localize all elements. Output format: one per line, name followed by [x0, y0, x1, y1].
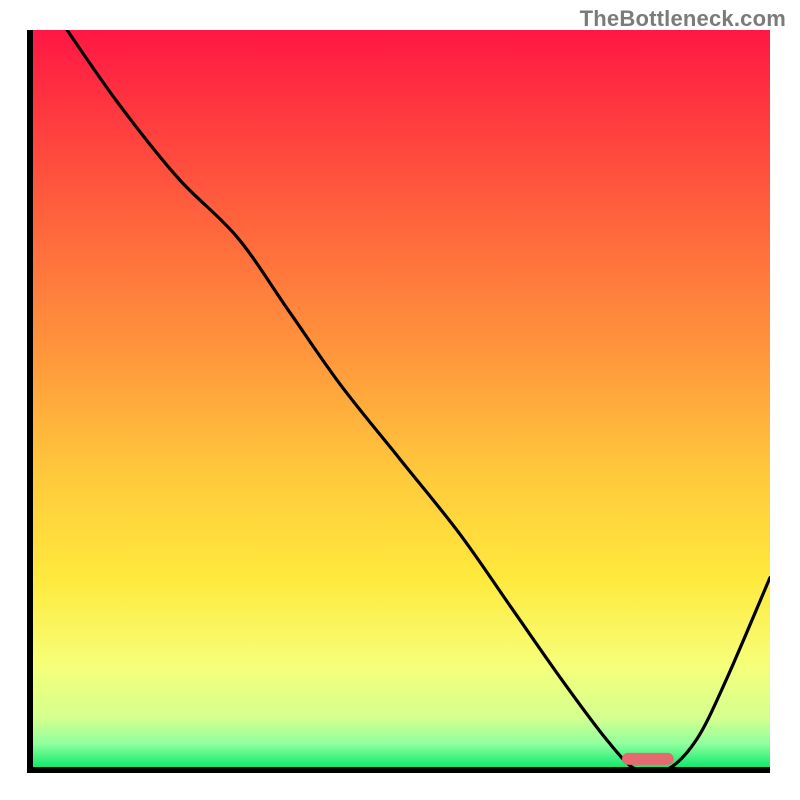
watermark-label: TheBottleneck.com	[580, 6, 786, 32]
chart-svg	[0, 0, 800, 800]
gradient-background	[30, 30, 770, 770]
optimal-range-marker	[622, 753, 674, 765]
chart-frame: TheBottleneck.com	[0, 0, 800, 800]
